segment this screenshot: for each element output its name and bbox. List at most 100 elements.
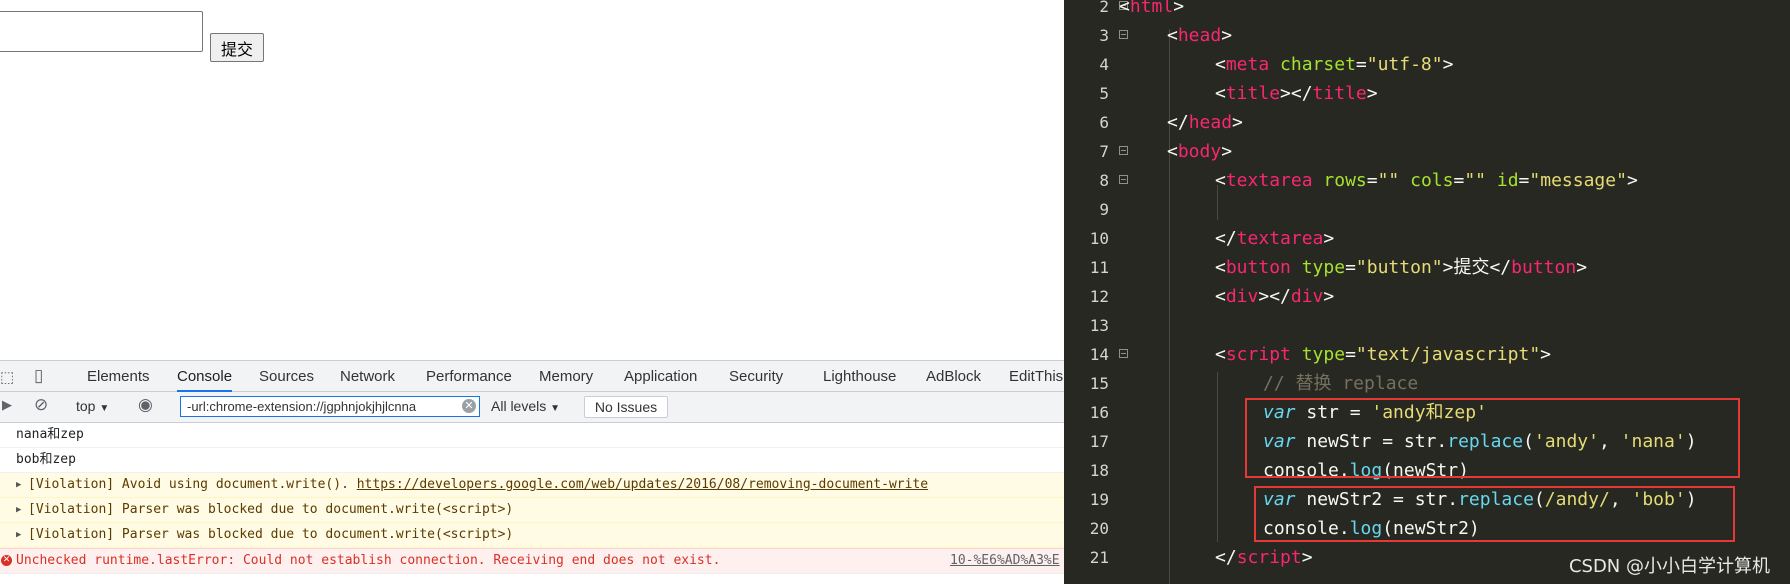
code-line[interactable]: 11 <button type="button">提交</button> xyxy=(1064,253,1790,282)
devtools-tabbar: ⬚ ▯ Elements Console Sources Network Per… xyxy=(0,361,1064,392)
watermark: CSDN @小小白学计算机 xyxy=(1568,556,1770,577)
code-line[interactable]: 5 <title></title> xyxy=(1064,79,1790,108)
line-number: 15 xyxy=(1089,374,1109,393)
tab-sources[interactable]: Sources xyxy=(259,368,314,390)
sidebar-toggle-icon[interactable]: ▶ xyxy=(2,397,12,413)
tag-name: script xyxy=(1236,547,1302,568)
eye-icon[interactable]: ◉ xyxy=(138,395,153,415)
inspect-element-icon[interactable]: ⬚ xyxy=(0,368,14,386)
tag-name: button xyxy=(1511,257,1577,278)
element-text: 提交 xyxy=(1453,257,1490,278)
code-editor: 2 <html> 3 <head> 4 <meta charset="utf-8… xyxy=(1064,0,1790,584)
error-source-link[interactable]: 10-%E6%AD%A3%E xyxy=(950,549,1060,573)
tag-name: meta xyxy=(1225,54,1270,75)
code-line[interactable]: 14 <script type="text/javascript"> xyxy=(1064,340,1790,369)
console-violation-row[interactable]: ▶ [Violation] Parser was blocked due to d… xyxy=(0,523,1064,548)
console-violation-row[interactable]: ▶ [Violation] Avoid using document.write(… xyxy=(0,473,1064,498)
expand-arrow-icon[interactable]: ▶ xyxy=(16,498,21,522)
violation-link[interactable]: https://developers.google.com/web/update… xyxy=(357,477,928,492)
line-number: 16 xyxy=(1089,403,1109,422)
tag-name: head xyxy=(1177,25,1222,46)
tab-adblock[interactable]: AdBlock xyxy=(926,368,981,390)
console-violation-row[interactable]: ▶ [Violation] Parser was blocked due to d… xyxy=(0,498,1064,523)
issues-button[interactable]: No Issues xyxy=(584,396,668,418)
attr-name: rows xyxy=(1323,170,1367,191)
tag-name: title xyxy=(1225,83,1281,104)
expand-arrow-icon[interactable]: ▶ xyxy=(16,473,21,497)
code-comment: // 替换 replace xyxy=(1263,373,1419,394)
tab-application[interactable]: Application xyxy=(624,368,697,390)
line-number: 4 xyxy=(1099,55,1109,74)
code-line[interactable]: 12 <div></div> xyxy=(1064,282,1790,311)
fold-icon[interactable] xyxy=(1119,146,1128,155)
code-line[interactable]: 4 <meta charset="utf-8"> xyxy=(1064,50,1790,79)
highlight-box-replace-regex xyxy=(1254,486,1735,542)
tab-lighthouse[interactable]: Lighthouse xyxy=(823,368,896,390)
fold-icon[interactable] xyxy=(1119,30,1128,39)
line-number: 6 xyxy=(1099,113,1109,132)
attr-name: type xyxy=(1301,257,1346,278)
clear-console-icon[interactable]: ⊘ xyxy=(34,395,48,415)
tab-network[interactable]: Network xyxy=(340,368,395,390)
expand-arrow-icon[interactable]: ▶ xyxy=(16,523,21,547)
line-number: 8 xyxy=(1099,171,1109,190)
tag-name: div xyxy=(1290,286,1324,307)
browser-viewport: 提交 ⬚ ▯ Elements Console Sources Network … xyxy=(0,0,1064,584)
line-number: 9 xyxy=(1099,200,1109,219)
code-line[interactable]: 15 // 替换 replace xyxy=(1064,369,1790,398)
line-number: 17 xyxy=(1089,432,1109,451)
code-line[interactable]: 6 </head> xyxy=(1064,108,1790,137)
device-toolbar-icon[interactable]: ▯ xyxy=(34,366,43,386)
line-number: 13 xyxy=(1089,316,1109,335)
dropdown-arrow-icon: ▼ xyxy=(550,403,561,414)
code-line[interactable]: 13 xyxy=(1064,311,1790,340)
attr-name: cols xyxy=(1410,170,1454,191)
tab-performance[interactable]: Performance xyxy=(426,368,512,390)
code-line[interactable]: 9 xyxy=(1064,195,1790,224)
line-number: 2 xyxy=(1099,0,1109,16)
log-levels-dropdown[interactable]: All levels ▼ xyxy=(491,398,560,414)
tag-name: div xyxy=(1225,286,1259,307)
clear-filter-icon[interactable]: ✕ xyxy=(462,399,476,413)
code-line[interactable]: 7 <body> xyxy=(1064,137,1790,166)
submit-button[interactable]: 提交 xyxy=(210,33,264,62)
tag-name: body xyxy=(1177,141,1222,162)
attr-value: "message" xyxy=(1529,170,1627,191)
console-error-row: ✕ Unchecked runtime.lastError: Could not … xyxy=(0,548,1064,574)
console-filter-input[interactable]: -url:chrome-extension://jgphnjokjhjlcnna… xyxy=(180,396,480,417)
fold-icon[interactable] xyxy=(1119,175,1128,184)
console-log-row: bob和zep xyxy=(0,448,1064,473)
fold-icon[interactable] xyxy=(1119,349,1128,358)
message-textarea[interactable] xyxy=(0,11,203,52)
tag-name: script xyxy=(1225,344,1291,365)
attr-value: "" xyxy=(1464,170,1487,191)
attr-value: "utf-8" xyxy=(1366,54,1443,75)
tab-security[interactable]: Security xyxy=(729,368,783,390)
tag-name: html xyxy=(1129,0,1174,17)
code-line[interactable]: 3 <head> xyxy=(1064,21,1790,50)
tab-editthis[interactable]: EditThis xyxy=(1009,368,1063,390)
highlight-box-replace-string xyxy=(1245,398,1740,478)
context-selector[interactable]: top ▼ xyxy=(76,398,109,414)
attr-name: id xyxy=(1496,170,1519,191)
code-line[interactable]: 2 <html> xyxy=(1064,0,1790,21)
console-messages: nana和zep bob和zep ▶ [Violation] Avoid usin… xyxy=(0,423,1064,574)
dropdown-arrow-icon: ▼ xyxy=(99,403,110,414)
tag-name: textarea xyxy=(1236,228,1324,249)
attr-value: "button" xyxy=(1355,257,1443,278)
tag-name: textarea xyxy=(1225,170,1313,191)
line-number: 20 xyxy=(1089,519,1109,538)
tab-elements[interactable]: Elements xyxy=(87,368,150,390)
tag-name: title xyxy=(1312,83,1367,104)
line-number: 10 xyxy=(1089,229,1109,248)
tab-memory[interactable]: Memory xyxy=(539,368,593,390)
line-number: 21 xyxy=(1089,548,1109,567)
code-line[interactable]: 10 </textarea> xyxy=(1064,224,1790,253)
line-number: 18 xyxy=(1089,461,1109,480)
console-log-row: nana和zep xyxy=(0,423,1064,448)
line-number: 7 xyxy=(1099,142,1109,161)
filter-text: -url:chrome-extension://jgphnjokjhjlcnna xyxy=(187,399,417,414)
attr-name: charset xyxy=(1280,54,1356,75)
tab-console[interactable]: Console xyxy=(177,368,233,392)
code-line[interactable]: 8 <textarea rows="" cols="" id="message"… xyxy=(1064,166,1790,195)
